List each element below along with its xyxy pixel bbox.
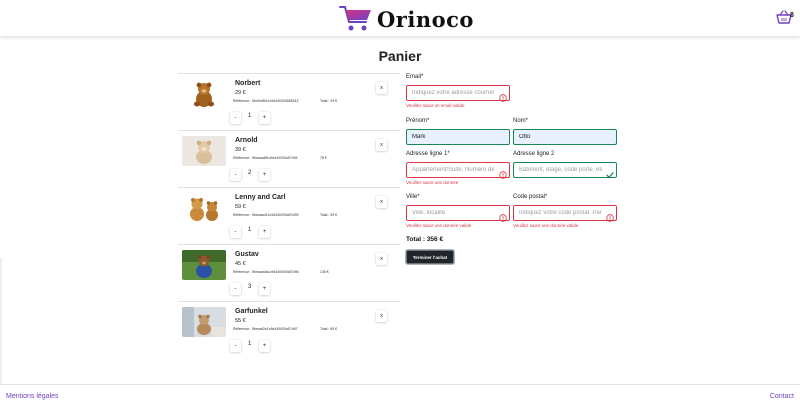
email-label: Email* [406, 74, 424, 80]
item-reference: Référence : 5beaacd41c9d440000a57d95 [233, 213, 299, 217]
city-label: Ville* [406, 194, 420, 200]
postal-code-error: Veuillez saisir une donnée valide [513, 223, 579, 228]
item-quantity: 1 [248, 113, 252, 119]
product-image-gustav [182, 250, 226, 280]
shopping-cart-logo-icon [338, 4, 374, 34]
address1-label: Adresse ligne 1* [406, 151, 450, 157]
cart-list: Norbert 29 € Référence : 5be9c8541c9d440… [178, 73, 400, 358]
item-reference: Référence : 5beaaf2e1c9d440000a57d97 [233, 327, 298, 331]
address1-input[interactable] [406, 162, 510, 178]
cart-item: Arnold 39 € Référence : 5beaaa8f1c9d4400… [178, 130, 400, 187]
cart-item: Lenny and Carl 59 € Référence : 5beaacd4… [178, 187, 400, 244]
cart-item: Gustav 45 € Référence : 5beaadda1c9d4400… [178, 244, 400, 301]
header: Orinoco 8 [0, 0, 800, 36]
increase-quantity-button[interactable]: + [259, 112, 270, 124]
item-quantity: 3 [248, 284, 252, 290]
product-image-norbert [182, 79, 226, 109]
decrease-quantity-button[interactable]: - [230, 226, 241, 238]
increase-quantity-button[interactable]: + [259, 169, 270, 181]
address2-input[interactable] [513, 162, 617, 178]
item-reference: Référence : 5beaadda1c9d440000a57d96 [233, 270, 299, 274]
remove-item-button[interactable]: x [376, 82, 387, 94]
item-name: Garfunkel [235, 308, 268, 315]
logo[interactable]: Orinoco [338, 4, 474, 34]
product-image-lenny-and-carl [182, 193, 226, 223]
decrease-quantity-button[interactable]: - [230, 169, 241, 181]
city-error: Veuillez saisir une donnée valide [406, 223, 472, 228]
decrease-quantity-button[interactable]: - [230, 283, 241, 295]
item-name: Gustav [235, 251, 259, 258]
exclamation-circle-icon [499, 89, 507, 102]
decrease-quantity-button[interactable]: - [230, 340, 241, 352]
firstname-label: Prénom* [406, 118, 430, 124]
remove-item-button[interactable]: x [376, 139, 387, 151]
item-price: 29 € [235, 90, 246, 96]
item-price: 59 € [235, 204, 246, 210]
item-price: 55 € [235, 318, 246, 324]
remove-item-button[interactable]: x [376, 310, 387, 322]
item-price: 39 € [235, 147, 246, 153]
decrease-quantity-button[interactable]: - [230, 112, 241, 124]
item-name: Lenny and Carl [235, 194, 286, 201]
item-quantity: 2 [248, 170, 252, 176]
address1-error: Veuillez saisir une donnée [406, 180, 459, 185]
item-reference: Référence : 5be9c8541c9d440000665243 [233, 99, 299, 103]
page-title: Panier [378, 48, 422, 64]
postal-code-field-group: Code postal* Veuillez saisir une donnée … [513, 194, 617, 228]
increase-quantity-button[interactable]: + [259, 340, 270, 352]
email-error: Veuillez saisir un email valide [406, 103, 465, 108]
postal-code-label: Code postal* [513, 194, 548, 200]
check-icon [606, 166, 614, 178]
exclamation-circle-icon [606, 209, 614, 222]
increase-quantity-button[interactable]: + [259, 283, 270, 295]
checkout-button[interactable]: Terminer l'achat [406, 250, 454, 264]
city-input[interactable] [406, 205, 510, 221]
email-field-group: Email* Veuillez saisir un email valide [406, 74, 510, 108]
firstname-input[interactable] [406, 129, 510, 145]
item-quantity: 1 [248, 227, 252, 233]
address1-field-group: Adresse ligne 1* Veuillez saisir une don… [406, 151, 510, 185]
remove-item-button[interactable]: x [376, 253, 387, 265]
lastname-input[interactable] [513, 129, 617, 145]
remove-item-button[interactable]: x [376, 196, 387, 208]
item-total: Total : 59 € [320, 213, 338, 217]
item-total: 135 € [320, 270, 329, 274]
legal-notice-link[interactable]: Mentions légales [6, 393, 59, 400]
product-image-arnold [182, 136, 226, 166]
increase-quantity-button[interactable]: + [259, 226, 270, 238]
cart-item: Garfunkel 55 € Référence : 5beaaf2e1c9d4… [178, 301, 400, 358]
item-total: Total : 29 € [320, 99, 338, 103]
item-total: 78 € [320, 156, 327, 160]
page-edge [0, 258, 2, 384]
email-input[interactable] [406, 85, 510, 101]
item-reference: Référence : 5beaaa8f1c9d440000a57d94 [233, 156, 298, 160]
lastname-field-group: Nom* [513, 118, 617, 145]
footer: Mentions légales Contact [0, 384, 800, 406]
address2-label: Adresse ligne 2 [513, 151, 555, 157]
contact-link[interactable]: Contact [770, 393, 794, 400]
cart-item: Norbert 29 € Référence : 5be9c8541c9d440… [178, 73, 400, 130]
order-total: Total : 356 € [406, 236, 444, 243]
item-quantity: 1 [248, 341, 252, 347]
item-name: Arnold [235, 137, 258, 144]
cart-count: 8 [790, 12, 794, 19]
lastname-label: Nom* [513, 118, 529, 124]
postal-code-input[interactable] [513, 205, 617, 221]
product-image-garfunkel [182, 307, 226, 337]
item-name: Norbert [235, 80, 261, 87]
exclamation-circle-icon [499, 166, 507, 179]
logo-text: Orinoco [377, 6, 474, 32]
item-price: 45 € [235, 261, 246, 267]
exclamation-circle-icon [499, 209, 507, 222]
city-field-group: Ville* Veuillez saisir une donnée valide [406, 194, 510, 228]
address2-field-group: Adresse ligne 2 [513, 151, 617, 178]
firstname-field-group: Prénom* [406, 118, 510, 145]
item-total: Total : 55 € [320, 327, 338, 331]
